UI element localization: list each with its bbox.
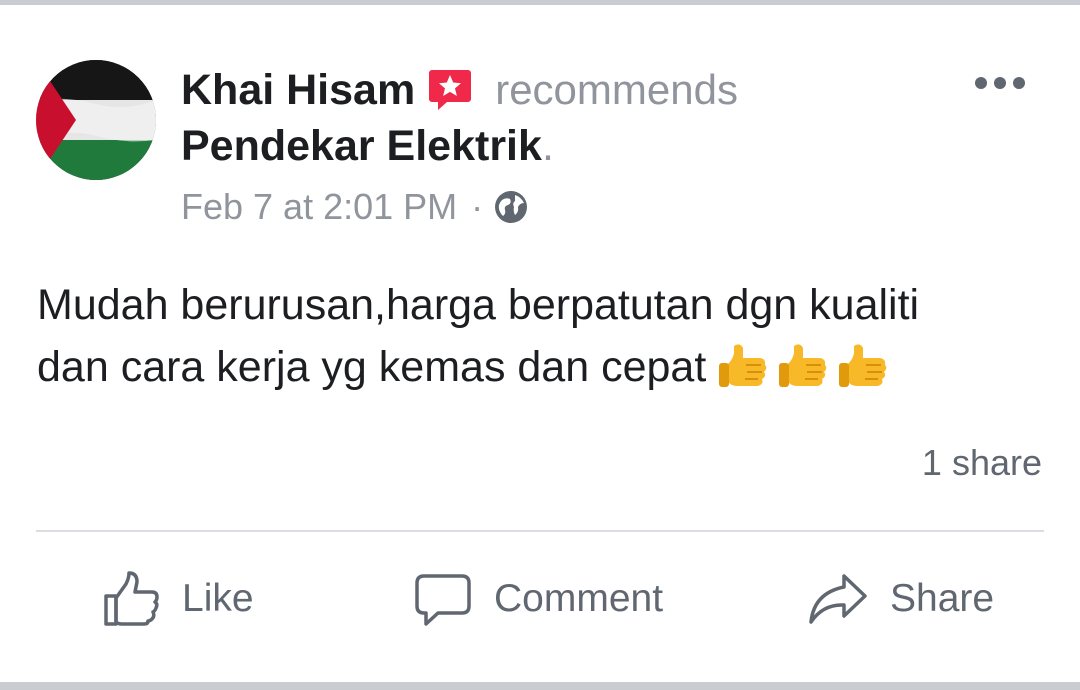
emoji-group — [716, 341, 890, 391]
author-name[interactable]: Khai Hisam — [181, 66, 415, 115]
page-name-link[interactable]: Pendekar Elektrik — [181, 122, 542, 171]
page-name-line: Pendekar Elektrik. — [181, 120, 554, 172]
more-dot — [975, 77, 987, 89]
meta-separator: · — [471, 186, 484, 227]
flag-avatar-image — [36, 60, 156, 180]
author-avatar[interactable] — [36, 60, 156, 180]
more-options-icon[interactable] — [968, 66, 1032, 100]
post-header: Khai Hisam recommends — [181, 62, 738, 118]
speech-bubble-icon — [415, 574, 471, 626]
share-count[interactable]: 1 share — [922, 442, 1042, 484]
more-dot — [1013, 77, 1025, 89]
recommends-text: recommends — [495, 66, 738, 113]
comment-button[interactable]: Comment — [414, 566, 663, 632]
post-text-line-2-text: dan cara kerja yg kemas dan cepat — [37, 343, 707, 391]
share-arrow-icon — [809, 574, 867, 624]
share-button[interactable]: Share — [808, 566, 994, 632]
post-timestamp[interactable]: Feb 7 at 2:01 PM — [181, 186, 457, 228]
thumbs-up-icon — [836, 341, 890, 391]
comment-label: Comment — [494, 577, 664, 620]
thumbs-up-icon — [716, 341, 770, 391]
post-body: Mudah berurusan,harga berpatutan dgn kua… — [37, 274, 1047, 398]
thumbs-up-outline-icon — [104, 571, 159, 626]
like-label: Like — [182, 577, 254, 620]
page-name-period: . — [541, 121, 554, 170]
thumbs-up-icon — [776, 341, 830, 391]
top-edge — [0, 0, 1080, 5]
post-meta: Feb 7 at 2:01 PM · — [181, 184, 529, 230]
star-speech-bubble-icon — [427, 67, 473, 113]
share-label: Share — [890, 577, 995, 620]
like-button[interactable]: Like — [102, 566, 254, 632]
post-text-line-1: Mudah berurusan,harga berpatutan dgn kua… — [37, 281, 920, 329]
post-text-line-2: dan cara kerja yg kemas dan cepat — [37, 336, 1047, 398]
actions-divider — [36, 530, 1044, 532]
globe-icon — [493, 189, 529, 225]
bottom-edge — [0, 682, 1080, 690]
more-dot — [994, 77, 1006, 89]
